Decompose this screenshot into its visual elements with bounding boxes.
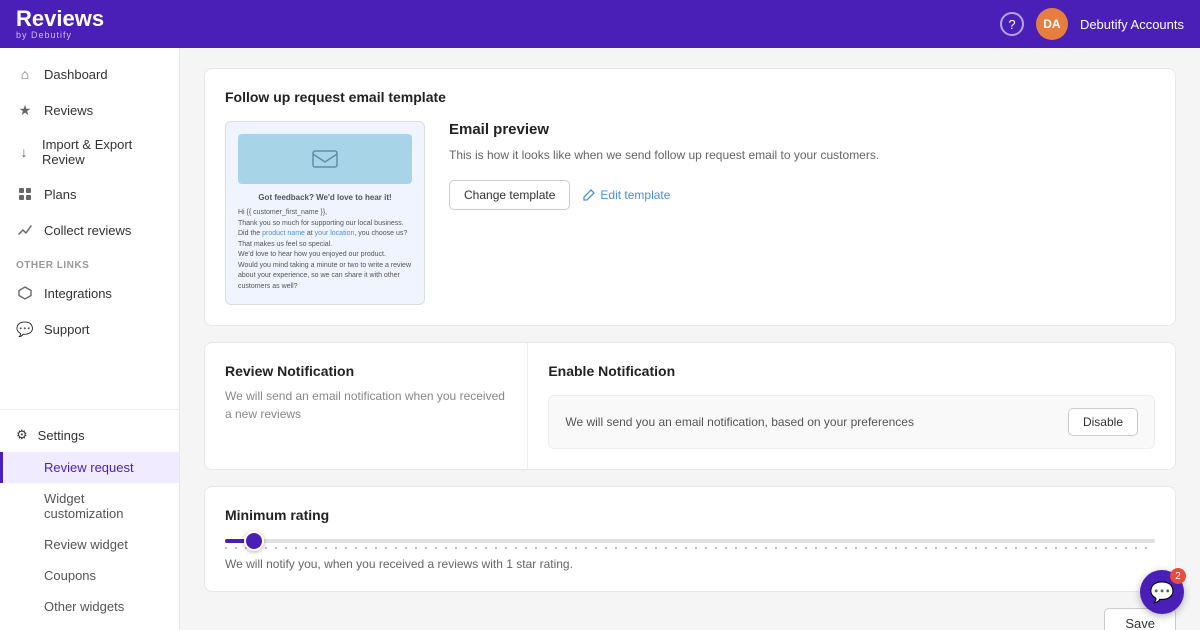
sidebar-item-plans[interactable]: Plans [0, 176, 179, 212]
settings-header[interactable]: ⚙ Settings [0, 418, 179, 452]
collect-icon [16, 221, 34, 239]
sidebar-item-label: Import & Export Review [42, 137, 163, 167]
minimum-rating-title: Minimum rating [225, 507, 1155, 523]
sub-item-label: Widget customization [44, 491, 123, 521]
sidebar-item-integrations[interactable]: Integrations [0, 275, 179, 311]
settings-label: Settings [38, 428, 85, 443]
disable-button[interactable]: Disable [1068, 408, 1138, 436]
notification-right: Enable Notification We will send you an … [528, 343, 1175, 469]
email-line6: Would you mind taking a minute or two to… [238, 261, 412, 293]
logo: Reviews by Debutify [16, 8, 104, 40]
email-heading-text: Got feedback? We'd love to hear it! [238, 192, 412, 204]
sidebar: ⌂ Dashboard ★ Reviews ↓ Import & Export … [0, 48, 180, 630]
sub-item-label: Review request [44, 460, 134, 475]
rating-description: We will notify you, when you received a … [225, 557, 1155, 571]
support-icon: 💬 [16, 320, 34, 338]
sub-item-label: Review widget [44, 537, 128, 552]
email-preview-info: Email preview This is how it looks like … [449, 121, 1155, 210]
notification-left-desc: We will send an email notification when … [225, 387, 507, 423]
edit-template-label: Edit template [600, 188, 670, 202]
chat-badge: 2 [1170, 568, 1186, 584]
sidebar-settings: ⚙ Settings Review request Widget customi… [0, 409, 179, 630]
help-icon[interactable]: ? [1000, 12, 1024, 36]
email-text-preview: Got feedback? We'd love to hear it! Hi {… [238, 192, 412, 292]
email-template-card: Follow up request email template Got fee… [204, 68, 1176, 326]
layout: ⌂ Dashboard ★ Reviews ↓ Import & Export … [0, 48, 1200, 630]
sidebar-item-label: Integrations [44, 286, 112, 301]
import-icon: ↓ [16, 143, 32, 161]
header: Reviews by Debutify ? DA Debutify Accoun… [0, 0, 1200, 48]
email-preview-title: Email preview [449, 121, 1155, 138]
chat-bubble[interactable]: 💬 2 [1140, 570, 1184, 614]
sub-item-review-widget[interactable]: Review widget [0, 529, 179, 560]
email-line3: Did the product name at your location, y… [238, 229, 412, 240]
email-actions: Change template Edit template [449, 180, 1155, 210]
header-right: ? DA Debutify Accounts [1000, 8, 1184, 40]
sidebar-item-dashboard[interactable]: ⌂ Dashboard [0, 56, 179, 92]
sidebar-item-label: Dashboard [44, 67, 108, 82]
sub-item-other-widgets[interactable]: Other widgets [0, 591, 179, 622]
sub-item-coupons[interactable]: Coupons [0, 560, 179, 591]
star-icon: ★ [16, 101, 34, 119]
email-template-body: Got feedback? We'd love to hear it! Hi {… [225, 121, 1155, 305]
sidebar-item-label: Plans [44, 187, 77, 202]
email-banner-image [238, 134, 412, 184]
sidebar-item-import-export[interactable]: ↓ Import & Export Review [0, 128, 179, 176]
sub-item-review-request[interactable]: Review request [0, 452, 179, 483]
change-template-button[interactable]: Change template [449, 180, 570, 210]
settings-icon: ⚙ [16, 427, 28, 443]
other-links-label: OTHER LINKS [0, 248, 179, 275]
account-name: Debutify Accounts [1080, 17, 1184, 32]
sub-item-label: Other widgets [44, 599, 124, 614]
minimum-rating-card: Minimum rating We will notify you, when … [204, 486, 1176, 592]
home-icon: ⌂ [16, 65, 34, 83]
sidebar-item-reviews[interactable]: ★ Reviews [0, 92, 179, 128]
main-content: Follow up request email template Got fee… [180, 48, 1200, 630]
integrations-icon [16, 284, 34, 302]
email-preview-thumbnail: Got feedback? We'd love to hear it! Hi {… [225, 121, 425, 305]
save-footer: Save [204, 608, 1176, 630]
sidebar-item-collect-reviews[interactable]: Collect reviews [0, 212, 179, 248]
notification-left: Review Notification We will send an emai… [205, 343, 528, 469]
chat-icon: 💬 [1150, 580, 1175, 605]
logo-title: Reviews [16, 8, 104, 30]
edit-template-button[interactable]: Edit template [582, 188, 670, 202]
sub-item-widget-customization[interactable]: Widget customization [0, 483, 179, 529]
sidebar-item-label: Reviews [44, 103, 93, 118]
avatar: DA [1036, 8, 1068, 40]
sidebar-item-label: Support [44, 322, 90, 337]
notification-card: Review Notification We will send an emai… [204, 342, 1176, 470]
email-line4: That makes us feel so special. [238, 240, 412, 251]
email-template-title: Follow up request email template [225, 89, 1155, 105]
email-line5: We'd love to hear how you enjoyed our pr… [238, 250, 412, 261]
sidebar-nav: ⌂ Dashboard ★ Reviews ↓ Import & Export … [0, 48, 179, 409]
email-line1: Hi {{ customer_first_name }}, [238, 208, 412, 219]
notification-left-title: Review Notification [225, 363, 507, 379]
notification-text: We will send you an email notification, … [565, 415, 914, 429]
email-line2: Thank you so much for supporting our loc… [238, 219, 412, 230]
notification-row: We will send you an email notification, … [548, 395, 1155, 449]
email-preview-desc: This is how it looks like when we send f… [449, 146, 1155, 164]
sidebar-item-support[interactable]: 💬 Support [0, 311, 179, 347]
logo-subtitle: by Debutify [16, 30, 104, 40]
enable-notification-title: Enable Notification [548, 363, 1155, 379]
sidebar-item-label: Collect reviews [44, 223, 131, 238]
plans-icon [16, 185, 34, 203]
sub-item-label: Coupons [44, 568, 96, 583]
